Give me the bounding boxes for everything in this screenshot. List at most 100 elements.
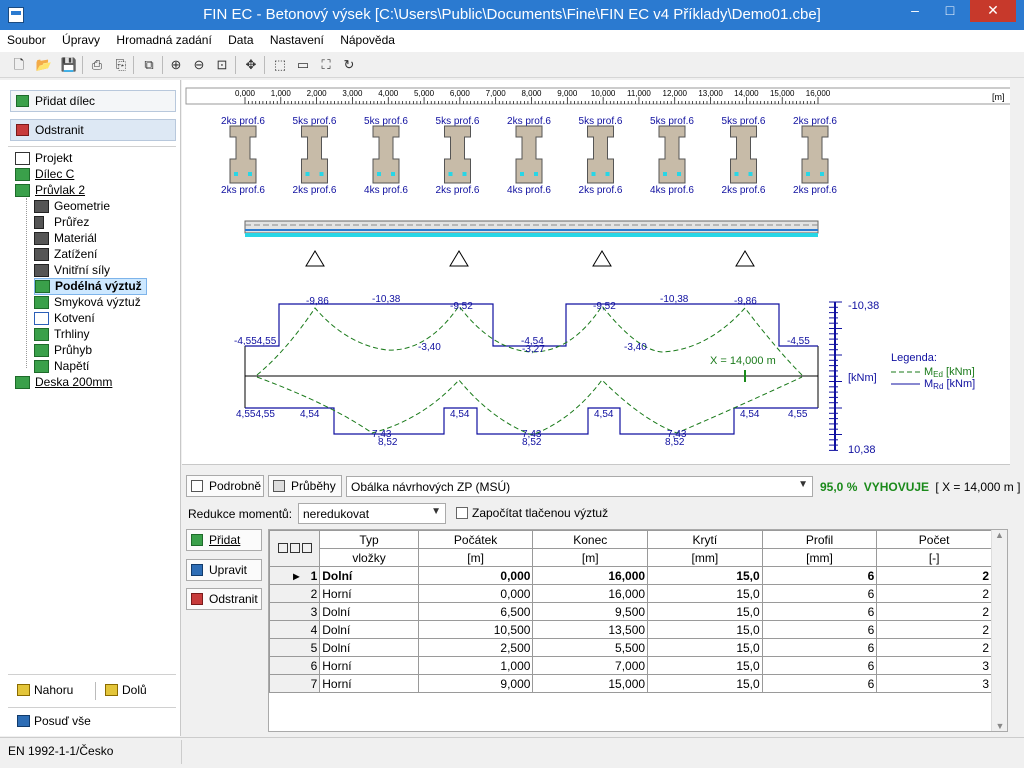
tree-item-smykova-vyztuz[interactable]: Smyková výztuž <box>34 295 141 311</box>
save-icon[interactable]: 💾 <box>60 56 78 74</box>
print-preview-icon[interactable]: ⎘ <box>112 56 130 74</box>
zoom-window-icon[interactable]: ⊡ <box>213 56 231 74</box>
cross-section[interactable]: 5ks prof.6 4ks prof.6 <box>364 116 408 196</box>
cell-profile[interactable]: 6 <box>761 602 878 621</box>
cell-cover[interactable]: 15,0 <box>647 638 763 657</box>
pan-icon[interactable]: ✥ <box>242 56 260 74</box>
cell-end[interactable]: 13,500 <box>532 620 649 639</box>
vertical-scrollbar[interactable] <box>1010 80 1022 465</box>
cell-cover[interactable]: 15,0 <box>647 602 763 621</box>
cell-count[interactable]: 2 <box>876 602 992 621</box>
cell-profile[interactable]: 6 <box>761 584 878 603</box>
tree-item-podelna-vyztuz[interactable]: Podélná výztuž <box>34 278 147 295</box>
cell-type[interactable]: Dolní <box>319 566 419 585</box>
table-scrollbar[interactable]: ▲ ▼ <box>991 530 1007 731</box>
cell-end[interactable]: 16,000 <box>532 584 649 603</box>
cross-section[interactable]: 2ks prof.6 2ks prof.6 <box>793 116 837 196</box>
cell-profile[interactable]: 6 <box>761 656 878 675</box>
column-header-end[interactable]: Konec <box>532 530 649 549</box>
cell-cover[interactable]: 15,0 <box>647 674 763 693</box>
new-file-icon[interactable]: 🗋 <box>10 56 28 74</box>
cell-count[interactable]: 2 <box>876 620 992 639</box>
table-row[interactable]: 7 Horní 9,000 15,000 15,0 6 3 <box>268 674 992 693</box>
cross-section[interactable]: 5ks prof.6 2ks prof.6 <box>293 116 337 196</box>
cross-section[interactable]: 5ks prof.6 2ks prof.6 <box>722 116 766 196</box>
table-row[interactable]: 3 Dolní 6,500 9,500 15,0 6 2 <box>268 602 992 621</box>
remove-row-button[interactable]: Odstranit <box>186 588 262 610</box>
drawing-canvas[interactable]: 0,000 1,000 2,000 3,000 4,000 5,000 6,000 7,000… <box>182 80 1022 465</box>
tree-item-trhliny[interactable]: Trhliny <box>34 327 90 343</box>
zoom-reset-icon[interactable]: ↻ <box>340 56 358 74</box>
row-number[interactable]: ▸ 1 <box>268 566 321 585</box>
row-number[interactable]: 6 <box>268 656 321 675</box>
cell-profile[interactable]: 6 <box>761 638 878 657</box>
cell-cover[interactable]: 15,0 <box>647 656 763 675</box>
table-row[interactable]: 5 Dolní 2,500 5,500 15,0 6 2 <box>268 638 992 657</box>
tree-item-deska-200mm[interactable]: Deska 200mm <box>15 375 112 391</box>
frame-icon[interactable]: ▭ <box>294 56 312 74</box>
tree-item-kotveni[interactable]: Kotvení <box>34 311 95 327</box>
cell-start[interactable]: 0,000 <box>417 584 534 603</box>
column-header-cover[interactable]: Krytí <box>647 530 763 549</box>
tree-item-vnitrni-sily[interactable]: Vnitřní síly <box>34 263 110 279</box>
details-button[interactable]: Podrobně <box>186 475 264 497</box>
cross-section[interactable]: 5ks prof.6 4ks prof.6 <box>650 116 694 196</box>
tree-item-material[interactable]: Materiál <box>34 231 97 247</box>
cell-count[interactable]: 2 <box>876 566 992 585</box>
cross-section[interactable]: 2ks prof.6 4ks prof.6 <box>507 116 551 196</box>
cell-start[interactable]: 2,500 <box>417 638 534 657</box>
cell-start[interactable]: 6,500 <box>417 602 534 621</box>
tree-item-napeti[interactable]: Napětí <box>34 359 89 375</box>
cell-profile[interactable]: 6 <box>761 674 878 693</box>
envelope-select[interactable]: Obálka návrhových ZP (MSÚ) ▼ <box>346 476 813 497</box>
scroll-up-icon[interactable]: ▲ <box>992 530 1007 540</box>
cell-type[interactable]: Dolní <box>319 602 419 621</box>
table-row[interactable]: 4 Dolní 10,500 13,500 15,0 6 2 <box>268 620 992 639</box>
cell-start[interactable]: 0,000 <box>417 566 534 585</box>
cell-cover[interactable]: 15,0 <box>647 620 763 639</box>
cell-cover[interactable]: 15,0 <box>647 584 763 603</box>
tree-item-pruhyb[interactable]: Průhyb <box>34 343 92 359</box>
cell-type[interactable]: Dolní <box>319 638 419 657</box>
maximize-button[interactable]: □ <box>933 0 967 22</box>
cell-type[interactable]: Dolní <box>319 620 419 639</box>
cell-end[interactable]: 5,500 <box>532 638 649 657</box>
close-button[interactable]: ✕ <box>970 0 1016 22</box>
move-down-button[interactable]: Dolů <box>100 680 172 702</box>
menu-data[interactable]: Data <box>221 30 259 47</box>
cell-profile[interactable]: 6 <box>761 566 878 585</box>
copy-rows-icon[interactable] <box>277 542 288 553</box>
cell-end[interactable]: 15,000 <box>532 674 649 693</box>
cell-count[interactable]: 3 <box>876 656 992 675</box>
row-number[interactable]: 3 <box>268 602 321 621</box>
paste-rows-icon[interactable] <box>289 542 300 553</box>
row-number[interactable]: 5 <box>268 638 321 657</box>
check-all-button[interactable]: Posuď vše <box>12 711 132 733</box>
minimize-button[interactable]: – <box>898 0 932 22</box>
tree-item-pruvlak-2[interactable]: Průvlak 2 <box>15 183 85 199</box>
cell-profile[interactable]: 6 <box>761 620 878 639</box>
cross-section[interactable]: 5ks prof.6 2ks prof.6 <box>579 116 623 196</box>
tree-item-dilec-c[interactable]: Dílec C <box>15 167 74 183</box>
move-up-button[interactable]: Nahoru <box>12 680 90 702</box>
compression-checkbox[interactable] <box>456 507 468 519</box>
tree-item-geometrie[interactable]: Geometrie <box>34 199 110 215</box>
cell-type[interactable]: Horní <box>319 674 419 693</box>
menu-hromadna-zadani[interactable]: Hromadná zadání <box>109 30 217 47</box>
cell-type[interactable]: Horní <box>319 584 419 603</box>
tree-item-projekt[interactable]: Projekt <box>15 151 72 167</box>
table-row[interactable]: 6 Horní 1,000 7,000 15,0 6 3 <box>268 656 992 675</box>
column-header-type[interactable]: Typ <box>319 530 419 549</box>
cell-type[interactable]: Horní <box>319 656 419 675</box>
select-all-icon[interactable] <box>301 542 312 553</box>
scroll-down-icon[interactable]: ▼ <box>992 721 1008 731</box>
cell-end[interactable]: 7,000 <box>532 656 649 675</box>
table-row[interactable]: 2 Horní 0,000 16,000 15,0 6 2 <box>268 584 992 603</box>
remove-part-button[interactable]: Odstranit <box>10 119 176 141</box>
cell-count[interactable]: 3 <box>876 674 992 693</box>
cell-count[interactable]: 2 <box>876 638 992 657</box>
cell-start[interactable]: 9,000 <box>417 674 534 693</box>
cell-cover[interactable]: 15,0 <box>647 566 763 585</box>
cell-start[interactable]: 10,500 <box>417 620 534 639</box>
row-number[interactable]: 7 <box>268 674 321 693</box>
